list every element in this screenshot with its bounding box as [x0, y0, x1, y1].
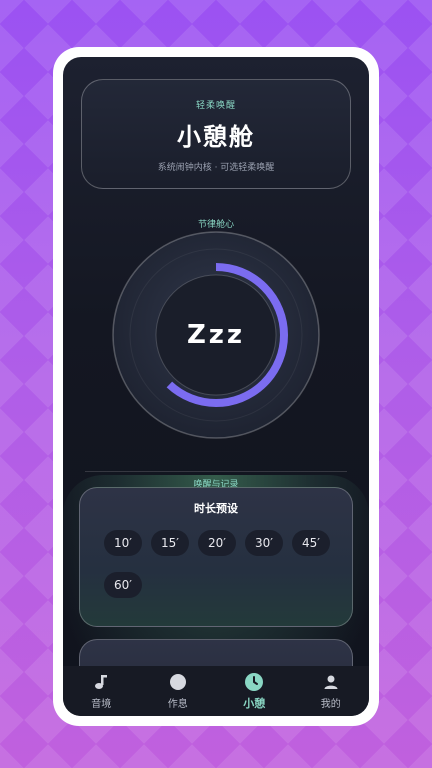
preset-chip-30[interactable]: 30′ [245, 530, 283, 556]
dial-center-text: Zzz [186, 320, 246, 350]
preset-chip-20[interactable]: 20′ [198, 530, 236, 556]
tab-profile[interactable]: 我的 [293, 666, 370, 716]
phone-frame: 轻柔唤醒 小憩舱 系统闹钟内核 · 可选轻柔唤醒 节律舱心 Zzz 唤醒与记录 … [53, 47, 379, 726]
duration-presets-panel: 时长预设 10′ 15′ 20′ 30′ 45′ 60′ [79, 487, 353, 627]
hero-subtitle: 系统闹钟内核 · 可选轻柔唤醒 [157, 163, 275, 173]
preset-chip-15[interactable]: 15′ [151, 530, 189, 556]
hero-card: 轻柔唤醒 小憩舱 系统闹钟内核 · 可选轻柔唤醒 [81, 79, 351, 189]
nap-dial[interactable]: Zzz [111, 230, 321, 440]
divider [85, 471, 347, 472]
bottom-tab-bar: 音境 作息 小憩 我的 [63, 666, 369, 716]
tab-schedule[interactable]: 作息 [140, 666, 217, 716]
dial-section-label: 节律舱心 [197, 220, 234, 230]
page-title: 小憩舱 [177, 123, 255, 151]
preset-chip-10[interactable]: 10′ [104, 530, 142, 556]
person-icon [323, 672, 339, 692]
tab-label: 作息 [167, 699, 188, 710]
tab-label: 小憩 [243, 696, 266, 710]
tab-label: 我的 [320, 699, 341, 710]
preset-chip-60[interactable]: 60′ [104, 572, 142, 598]
tab-label: 音境 [91, 699, 112, 710]
tab-nap[interactable]: 小憩 [216, 666, 293, 716]
preset-chip-45[interactable]: 45′ [292, 530, 330, 556]
app-screen: 轻柔唤醒 小憩舱 系统闹钟内核 · 可选轻柔唤醒 节律舱心 Zzz 唤醒与记录 … [63, 57, 369, 716]
panel-title: 时长预设 [194, 502, 238, 515]
tab-sound[interactable]: 音境 [63, 666, 140, 716]
clock-icon [244, 672, 264, 692]
circle-icon [169, 672, 187, 692]
music-note-icon [94, 672, 108, 692]
hero-kicker: 轻柔唤醒 [195, 101, 236, 111]
